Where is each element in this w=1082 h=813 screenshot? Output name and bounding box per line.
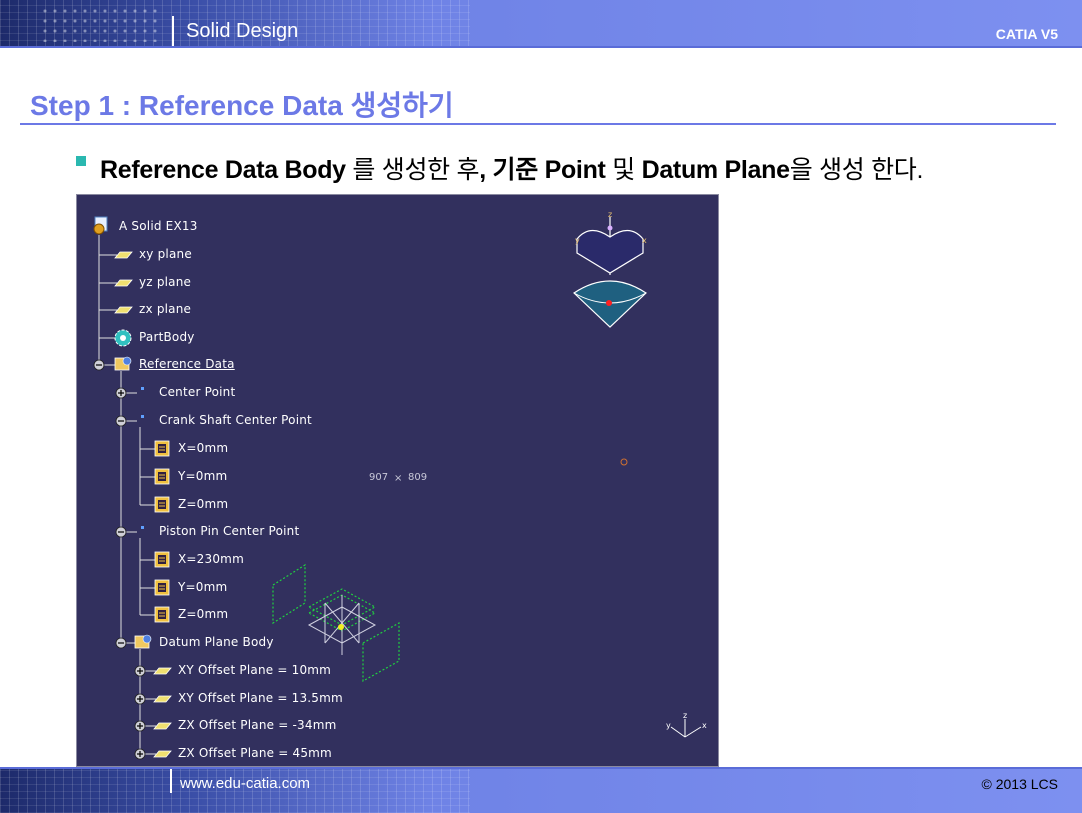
cursor-coord-x: 907	[369, 472, 389, 483]
bullet-text: Reference Data Body 를 생성한 후, 기준 Point 및 …	[100, 150, 923, 186]
tree-node-label[interactable]: Crank Shaft Center Point	[159, 413, 312, 427]
expand-toggle-icon[interactable]	[134, 693, 146, 705]
expand-toggle-icon[interactable]	[134, 748, 146, 760]
slide-title: Step 1 : Reference Data 생성하기	[30, 90, 454, 121]
tree-node-label[interactable]: X=230mm	[178, 552, 244, 566]
bullet-part-7: 을 생성 한다.	[789, 156, 924, 184]
tree-node-label[interactable]: yz plane	[139, 275, 191, 289]
parameter-icon[interactable]	[154, 579, 170, 596]
tree-node-label[interactable]: Y=0mm	[178, 580, 227, 594]
bullet-part-5: 및	[605, 156, 642, 184]
header-divider	[172, 16, 174, 46]
part-icon[interactable]	[93, 216, 108, 235]
tree-node-label[interactable]: X=0mm	[178, 441, 228, 455]
bullet-part-6: Datum Plane	[641, 156, 790, 184]
plane-icon[interactable]	[153, 695, 172, 703]
point-icon[interactable]	[141, 526, 144, 529]
parameter-icon[interactable]	[154, 440, 170, 457]
tree-node-label[interactable]: Y=0mm	[178, 469, 227, 483]
origin-marker[interactable]	[620, 458, 628, 466]
point-icon[interactable]	[141, 387, 144, 390]
tree-node-label[interactable]: XY Offset Plane = 13.5mm	[178, 691, 343, 705]
header-title: Solid Design	[186, 20, 299, 42]
compass-center	[606, 300, 612, 306]
header-rule	[0, 46, 1082, 48]
plane-icon[interactable]	[114, 279, 133, 287]
geometric-set-icon[interactable]	[114, 356, 132, 371]
cursor-coord-y: 809	[408, 472, 428, 483]
tree-node-label[interactable]: Piston Pin Center Point	[159, 524, 299, 538]
tree-node-label[interactable]: PartBody	[139, 330, 195, 344]
tree-node-label[interactable]: ZX Offset Plane = 45mm	[178, 746, 332, 760]
bullet-part-3: , 기준	[479, 156, 545, 184]
title-rule	[20, 123, 1056, 125]
tree-node-label[interactable]: zx plane	[139, 302, 191, 316]
compass-head	[576, 229, 644, 274]
tree-node-label[interactable]: ZX Offset Plane = -34mm	[178, 718, 336, 732]
collapse-toggle-icon[interactable]	[115, 526, 127, 538]
plane-icon[interactable]	[114, 251, 133, 259]
cursor-coord-separator: ×	[394, 473, 403, 484]
header-dots	[40, 6, 160, 42]
tree-node-label[interactable]: XY Offset Plane = 10mm	[178, 663, 331, 677]
plane-icon[interactable]	[153, 722, 172, 730]
expand-toggle-icon[interactable]	[134, 665, 146, 677]
collapse-toggle-icon[interactable]	[115, 637, 127, 649]
tree-node-label[interactable]: A Solid EX13	[119, 219, 198, 233]
geometric-set-icon[interactable]	[134, 634, 152, 649]
expand-toggle-icon[interactable]	[115, 387, 127, 399]
compass-icon[interactable]: z y x	[573, 210, 647, 328]
catia-viewport[interactable]: z y x z y x A Solid EX13 xy plane yz pla…	[76, 194, 719, 767]
slide-footer: www.edu-catia.com © 2013 LCS	[0, 767, 1082, 813]
compass-x-label: x	[642, 236, 647, 245]
plane-icon[interactable]	[153, 667, 172, 675]
footer-divider	[170, 769, 172, 793]
tree-node-label[interactable]: Center Point	[159, 385, 235, 399]
footer-url[interactable]: www.edu-catia.com	[180, 775, 310, 792]
plane-icon[interactable]	[114, 306, 133, 314]
bullet-marker	[76, 156, 86, 166]
axis-y-label: y	[666, 721, 671, 730]
compass-z-label: z	[608, 210, 612, 219]
parameter-icon[interactable]	[154, 496, 170, 513]
collapse-toggle-icon[interactable]	[93, 359, 105, 371]
tree-node-label[interactable]: Datum Plane Body	[159, 635, 274, 649]
compass-y-label: y	[575, 236, 580, 245]
header-brand: CATIA V5	[995, 26, 1058, 42]
tree-node-label[interactable]: Reference Data	[139, 357, 235, 371]
axis-triad-icon: z y x	[666, 711, 707, 738]
collapse-toggle-icon[interactable]	[115, 415, 127, 427]
point-icon[interactable]	[141, 415, 144, 418]
bullet-part-1: Reference Data Body	[100, 156, 346, 184]
parameter-icon[interactable]	[154, 606, 170, 623]
parameter-icon[interactable]	[154, 551, 170, 568]
plane-icon[interactable]	[153, 750, 172, 758]
bullet-part-4: Point	[544, 156, 606, 184]
tree-node-label[interactable]: xy plane	[139, 247, 192, 261]
geometry-point	[338, 624, 344, 630]
parameter-icon[interactable]	[154, 468, 170, 485]
footer-rule	[0, 767, 1082, 769]
tree-node-label[interactable]: Z=0mm	[178, 497, 228, 511]
slide-header: Solid Design CATIA V5	[0, 0, 1082, 48]
compass-knob	[607, 225, 613, 231]
gear-body-icon[interactable]	[114, 329, 132, 347]
axis-z-label: z	[683, 711, 687, 720]
axis-x-label: x	[702, 721, 707, 730]
bullet-part-2: 를 생성한 후	[345, 156, 480, 184]
footer-copyright: © 2013 LCS	[981, 776, 1058, 792]
expand-toggle-icon[interactable]	[134, 720, 146, 732]
tree-node-label[interactable]: Z=0mm	[178, 607, 228, 621]
